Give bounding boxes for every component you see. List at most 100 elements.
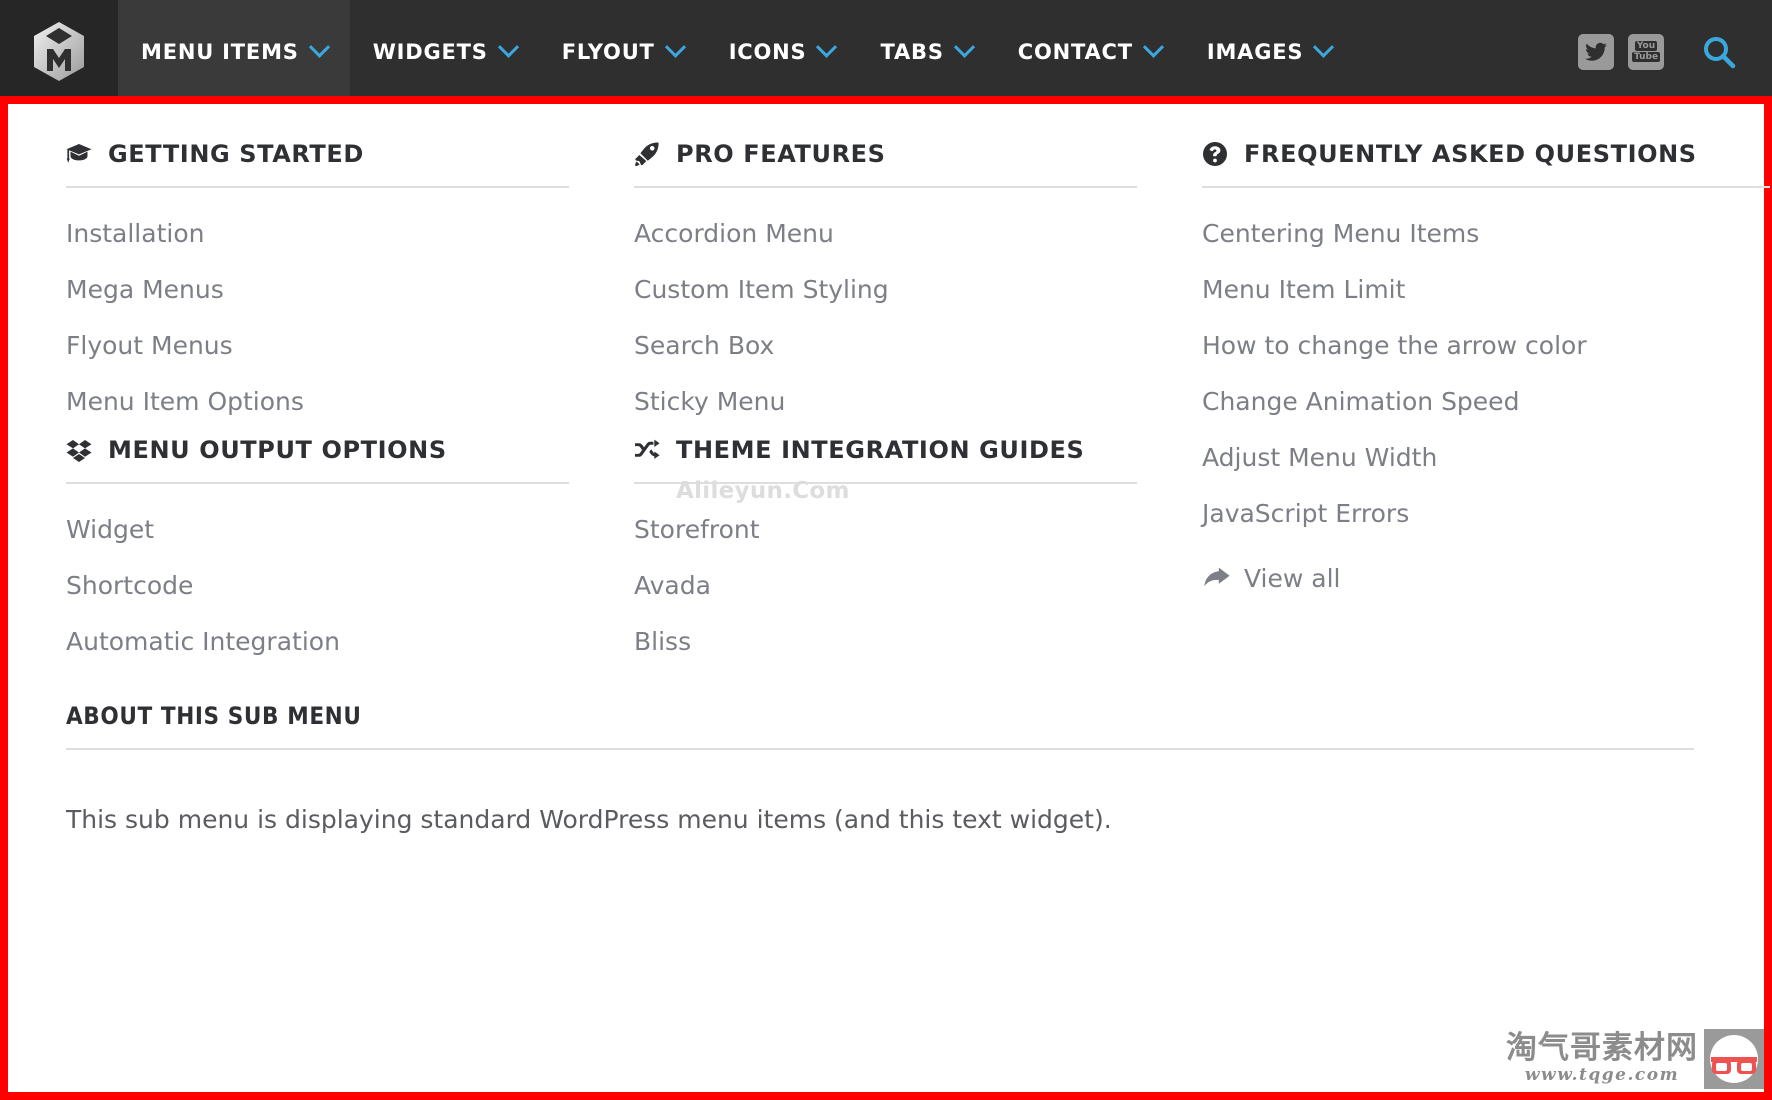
widget-title: THEME INTEGRATION GUIDES	[634, 436, 1137, 484]
nav-item-label: WIDGETS	[372, 39, 488, 64]
mega-menu-panel-frame: GETTING STARTED Installation Mega Menus Fly…	[0, 96, 1772, 1100]
menu-link[interactable]: Custom Item Styling	[634, 262, 1137, 318]
widget-title-label: MENU OUTPUT OPTIONS	[108, 436, 447, 464]
nav-item-label: CONTACT	[1017, 39, 1133, 64]
list-item: Menu Item Options	[66, 374, 569, 430]
list-item: Avada	[634, 558, 1137, 614]
max-mega-menu-logo-icon	[34, 21, 84, 81]
widget-theme-integration-guides: THEME INTEGRATION GUIDES Storefront Avada B…	[634, 436, 1137, 670]
menu-link[interactable]: Widget	[66, 502, 569, 558]
menu-link[interactable]: Accordion Menu	[634, 206, 1137, 262]
list-item: How to change the arrow color	[1202, 318, 1770, 374]
chevron-down-icon	[497, 36, 519, 58]
twitter-bird-glyph	[1585, 42, 1607, 61]
widget-link-list: Widget Shortcode Automatic Integration	[66, 484, 569, 670]
chevron-down-icon	[953, 36, 975, 58]
rocket-icon	[634, 141, 660, 167]
menu-link[interactable]: Adjust Menu Width	[1202, 430, 1770, 486]
widget-title-label: THEME INTEGRATION GUIDES	[676, 436, 1085, 464]
menu-link[interactable]: Shortcode	[66, 558, 569, 614]
corner-watermark-url: www.tqge.com	[1524, 1065, 1680, 1085]
widget-link-list: Accordion Menu Custom Item Styling Search …	[634, 188, 1137, 430]
menu-link[interactable]: Change Animation Speed	[1202, 374, 1770, 430]
menu-link[interactable]: Menu Item Options	[66, 374, 569, 430]
nav-items-list: MENU ITEMS WIDGETS FLYOUT ICONS TABS CONTACT I…	[118, 0, 1354, 103]
list-item: Storefront	[634, 502, 1137, 558]
list-item: Custom Item Styling	[634, 262, 1137, 318]
widget-link-list: Centering Menu Items Menu Item Limit How t…	[1202, 188, 1770, 542]
mega-menu-panel: GETTING STARTED Installation Mega Menus Fly…	[8, 104, 1770, 1092]
menu-link[interactable]: Sticky Menu	[634, 374, 1137, 430]
nav-item-contact[interactable]: CONTACT	[995, 0, 1184, 103]
nav-item-label: IMAGES	[1206, 39, 1304, 64]
menu-link[interactable]: Centering Menu Items	[1202, 206, 1770, 262]
youtube-glyph: You Tube	[1631, 39, 1661, 65]
menu-link[interactable]: Avada	[634, 558, 1137, 614]
widget-title: MENU OUTPUT OPTIONS	[66, 436, 569, 484]
corner-watermark-cn: 淘气哥素材网	[1506, 1030, 1698, 1066]
dropbox-icon	[66, 437, 92, 463]
chevron-down-icon	[1313, 36, 1335, 58]
view-all-link[interactable]: View all	[1202, 542, 1770, 593]
corner-watermark-text: 淘气哥素材网 www.tqge.com	[1506, 1033, 1704, 1084]
share-arrow-icon	[1202, 567, 1230, 591]
widget-title-label: GETTING STARTED	[108, 140, 364, 168]
list-item: Sticky Menu	[634, 374, 1137, 430]
nav-right-group: You Tube	[1578, 29, 1772, 75]
menu-link[interactable]: Bliss	[634, 614, 1137, 670]
list-item: Widget	[66, 502, 569, 558]
list-item: Shortcode	[66, 558, 569, 614]
about-widget-text: This sub menu is displaying standard Wor…	[66, 805, 1112, 834]
about-widget-title: ABOUT THIS SUB MENU	[66, 702, 1694, 750]
question-circle-icon	[1202, 141, 1228, 167]
list-item: Change Animation Speed	[1202, 374, 1770, 430]
list-item: Installation	[66, 206, 569, 262]
nav-item-label: MENU ITEMS	[141, 39, 299, 64]
nav-item-images[interactable]: IMAGES	[1184, 0, 1354, 103]
list-item: Adjust Menu Width	[1202, 430, 1770, 486]
menu-link[interactable]: How to change the arrow color	[1202, 318, 1770, 374]
widget-link-list: Storefront Avada Bliss	[634, 484, 1137, 670]
search-icon[interactable]	[1696, 29, 1742, 75]
menu-link[interactable]: JavaScript Errors	[1202, 486, 1770, 542]
shuffle-icon	[634, 437, 660, 463]
widget-title-label: PRO FEATURES	[676, 140, 886, 168]
list-item: Menu Item Limit	[1202, 262, 1770, 318]
widget-link-list: Installation Mega Menus Flyout Menus Menu I…	[66, 188, 569, 430]
twitter-icon[interactable]	[1578, 33, 1614, 70]
mega-menu-column-1: GETTING STARTED Installation Mega Menus Fly…	[66, 140, 634, 676]
nav-item-widgets[interactable]: WIDGETS	[350, 0, 539, 103]
widget-title: FREQUENTLY ASKED QUESTIONS	[1202, 140, 1770, 188]
youtube-icon[interactable]: You Tube	[1628, 33, 1664, 70]
graduation-cap-icon	[66, 141, 92, 167]
site-logo[interactable]	[0, 0, 118, 103]
list-item: Mega Menus	[66, 262, 569, 318]
glasses-logo-icon	[1704, 1028, 1764, 1089]
menu-link[interactable]: Search Box	[634, 318, 1137, 374]
mega-menu-column-2: PRO FEATURES Accordion Menu Custom Item St…	[634, 140, 1202, 676]
nav-item-menu-items[interactable]: MENU ITEMS	[118, 0, 350, 103]
mega-menu-columns: GETTING STARTED Installation Mega Menus Fly…	[66, 140, 1770, 676]
widget-menu-output-options: MENU OUTPUT OPTIONS Widget Shortcode Automa…	[66, 436, 569, 670]
widget-title: GETTING STARTED	[66, 140, 569, 188]
menu-link[interactable]: Storefront	[634, 502, 1137, 558]
list-item: Automatic Integration	[66, 614, 569, 670]
menu-link[interactable]: Flyout Menus	[66, 318, 569, 374]
nav-item-icons[interactable]: ICONS	[706, 0, 858, 103]
widget-title-label: FREQUENTLY ASKED QUESTIONS	[1244, 140, 1697, 168]
about-widget: ABOUT THIS SUB MENU This sub menu is dis…	[66, 702, 1706, 837]
list-item: Centering Menu Items	[1202, 206, 1770, 262]
mega-menu-column-3: FREQUENTLY ASKED QUESTIONS Centering Menu…	[1202, 140, 1770, 676]
menu-link[interactable]: Automatic Integration	[66, 614, 569, 670]
nav-item-tabs[interactable]: TABS	[857, 0, 994, 103]
glasses-logo-glyph	[1710, 1034, 1758, 1083]
nav-item-label: FLYOUT	[561, 39, 655, 64]
menu-link[interactable]: Mega Menus	[66, 262, 569, 318]
youtube-tube-text: Tube	[1631, 52, 1661, 62]
nav-item-flyout[interactable]: FLYOUT	[539, 0, 706, 103]
widget-title: PRO FEATURES	[634, 140, 1137, 188]
list-item: Accordion Menu	[634, 206, 1137, 262]
widget-pro-features: PRO FEATURES Accordion Menu Custom Item St…	[634, 140, 1137, 430]
menu-link[interactable]: Installation	[66, 206, 569, 262]
menu-link[interactable]: Menu Item Limit	[1202, 262, 1770, 318]
